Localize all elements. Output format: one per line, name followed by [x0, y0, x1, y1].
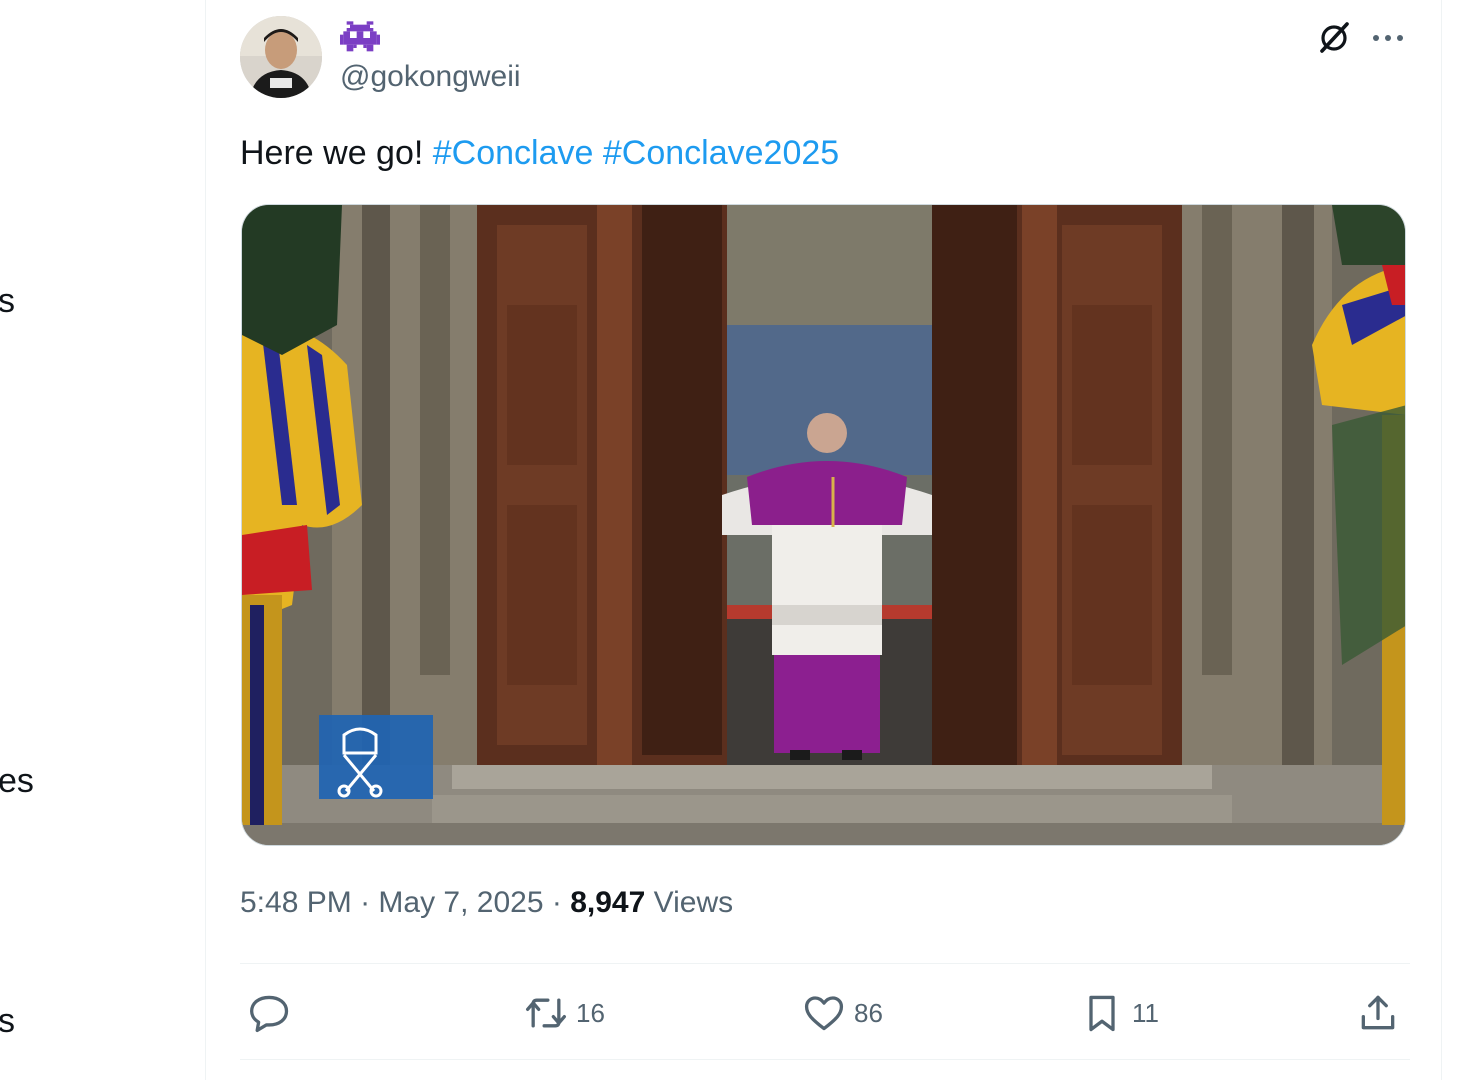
sidebar-fragment[interactable]: s — [0, 1002, 15, 1041]
alien-monster-icon — [340, 18, 380, 58]
views-count[interactable]: 8,947 — [570, 886, 645, 919]
meta-separator: · — [360, 886, 371, 919]
tweet-text: Here we go! #Conclave #Conclave2025 — [240, 132, 839, 174]
bookmark-count: 11 — [1132, 997, 1159, 1028]
avatar[interactable] — [240, 16, 322, 98]
left-sidebar: s es s — [0, 0, 206, 1080]
repost-count: 16 — [576, 997, 605, 1028]
video-frame — [242, 205, 1405, 845]
user-handle[interactable]: @gokongweii — [340, 60, 521, 94]
views-label: Views — [653, 886, 734, 919]
like-button[interactable]: 86 — [802, 980, 883, 1046]
sidebar-fragment[interactable]: s — [0, 282, 15, 321]
tweet: @gokongweii Here we go! #Conclave #Concl… — [240, 0, 1410, 1080]
sidebar-fragment[interactable]: es — [0, 762, 34, 801]
tweet-media-video[interactable] — [241, 204, 1406, 846]
tweet-text-body: Here we go! — [240, 134, 433, 172]
more-icon[interactable] — [1368, 20, 1408, 56]
hashtag-link[interactable]: #Conclave2025 — [603, 134, 839, 172]
like-count: 86 — [854, 997, 883, 1028]
repost-icon — [526, 998, 566, 1028]
bookmark-icon — [1089, 995, 1115, 1032]
hashtag-link[interactable]: #Conclave — [433, 134, 594, 172]
avatar-image — [240, 16, 322, 98]
repost-button[interactable]: 16 — [524, 980, 605, 1046]
bookmark-button[interactable]: 11 — [1080, 980, 1159, 1046]
heart-icon — [804, 996, 844, 1031]
reply-button[interactable] — [248, 980, 292, 1046]
column-divider — [1441, 0, 1442, 1080]
tweet-action-bar: 16 86 11 — [240, 980, 1410, 1046]
share-icon — [1361, 995, 1395, 1030]
tweet-date[interactable]: May 7, 2025 — [378, 886, 543, 919]
divider — [240, 963, 1410, 964]
reply-icon — [250, 995, 289, 1033]
divider — [240, 1059, 1410, 1060]
meta-separator: · — [551, 886, 562, 919]
share-button[interactable] — [1356, 980, 1400, 1046]
tweet-meta: 5:48 PM · May 7, 2025 · 8,947 Views — [240, 886, 733, 920]
grok-icon[interactable] — [1316, 20, 1352, 56]
tweet-time[interactable]: 5:48 PM — [240, 886, 352, 919]
